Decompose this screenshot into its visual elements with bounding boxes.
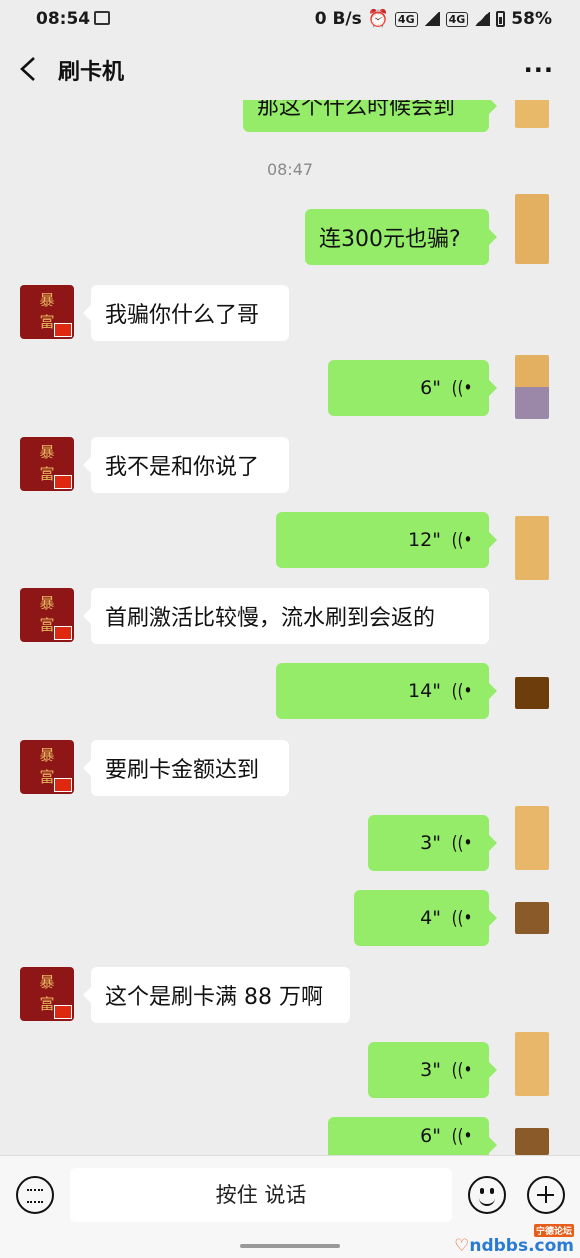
message-text: 连300元也骗? bbox=[319, 227, 461, 252]
voice-wave-icon: ((• bbox=[451, 1059, 473, 1081]
message-bubble-incoming[interactable]: 这个是刷卡满 88 万啊 bbox=[83, 967, 350, 1023]
alarm-icon: ⏰ bbox=[367, 9, 389, 29]
contact-avatar[interactable]: 暴 富 bbox=[20, 588, 74, 642]
status-time: 08:54 bbox=[36, 9, 91, 29]
voice-wave-icon: ((• bbox=[451, 832, 473, 854]
chat-title: 刷卡机 bbox=[58, 60, 125, 85]
network-type-2: 4G bbox=[445, 11, 469, 27]
voice-wave-icon: ((• bbox=[451, 680, 473, 702]
status-right: 0 B/s ⏰ 4G 4G 58% bbox=[315, 9, 552, 29]
flag-icon bbox=[54, 323, 72, 337]
message-bubble-outgoing[interactable]: 连300元也骗? bbox=[305, 209, 497, 265]
voice-message-outgoing[interactable]: 14" ((• bbox=[276, 663, 497, 719]
my-avatar[interactable] bbox=[515, 806, 549, 870]
voice-duration: 3" bbox=[420, 1059, 441, 1081]
message-text: 要刷卡金额达到 bbox=[105, 758, 260, 783]
my-avatar[interactable] bbox=[515, 1032, 549, 1096]
voice-wave-icon: ((• bbox=[451, 529, 473, 551]
my-avatar[interactable] bbox=[515, 677, 549, 709]
hold-to-talk-button[interactable]: 按住 说话 bbox=[70, 1168, 452, 1222]
message-bubble-incoming[interactable]: 要刷卡金额达到 bbox=[83, 740, 289, 796]
message-text: 我骗你什么了哥 bbox=[105, 303, 260, 328]
contact-avatar[interactable]: 暴 富 bbox=[20, 967, 74, 1021]
voice-duration: 3" bbox=[420, 832, 441, 854]
signal-icon-1 bbox=[423, 12, 440, 26]
flag-icon bbox=[54, 1005, 72, 1019]
home-indicator[interactable] bbox=[240, 1244, 340, 1248]
status-bar: 08:54 0 B/s ⏰ 4G 4G 58% bbox=[0, 0, 580, 38]
voice-message-outgoing[interactable]: 3" ((• bbox=[368, 1042, 497, 1098]
net-speed: 0 B/s bbox=[314, 9, 362, 29]
emoji-icon[interactable] bbox=[468, 1176, 506, 1214]
keyboard-toggle-icon[interactable] bbox=[16, 1176, 54, 1214]
voice-wave-icon: ((• bbox=[451, 1125, 473, 1147]
flag-icon bbox=[54, 778, 72, 792]
my-avatar[interactable] bbox=[515, 355, 549, 419]
message-bubble-outgoing[interactable]: 那这个什么时候会到 bbox=[243, 100, 497, 132]
input-bar: 按住 说话 宁德论坛 ♡ndbbs.com bbox=[0, 1155, 580, 1258]
voice-wave-icon: ((• bbox=[451, 907, 473, 929]
chat-header: 刷卡机 ··· bbox=[0, 38, 580, 100]
voice-duration: 12" bbox=[408, 529, 441, 551]
voice-wave-icon: ((• bbox=[451, 377, 473, 399]
voice-message-outgoing[interactable]: 3" ((• bbox=[368, 815, 497, 871]
contact-avatar[interactable]: 暴 富 bbox=[20, 740, 74, 794]
my-avatar[interactable] bbox=[515, 1128, 549, 1155]
message-text: 首刷激活比较慢，流水刷到会返的 bbox=[105, 606, 436, 631]
gallery-icon bbox=[94, 11, 110, 25]
battery-icon bbox=[496, 11, 506, 27]
my-avatar[interactable] bbox=[515, 902, 549, 934]
voice-message-outgoing[interactable]: 4" ((• bbox=[354, 890, 497, 946]
message-text: 那这个什么时候会到 bbox=[257, 100, 456, 120]
message-bubble-incoming[interactable]: 我不是和你说了 bbox=[83, 437, 289, 493]
more-functions-plus-icon[interactable] bbox=[527, 1176, 565, 1214]
signal-icon-2 bbox=[474, 12, 491, 26]
contact-avatar[interactable]: 暴 富 bbox=[20, 437, 74, 491]
message-bubble-incoming[interactable]: 首刷激活比较慢，流水刷到会返的 bbox=[83, 588, 489, 644]
my-avatar[interactable] bbox=[515, 194, 549, 264]
message-bubble-incoming[interactable]: 我骗你什么了哥 bbox=[83, 285, 289, 341]
voice-duration: 6" bbox=[420, 377, 441, 399]
message-text: 我不是和你说了 bbox=[105, 455, 260, 480]
flag-icon bbox=[54, 475, 72, 489]
voice-message-outgoing[interactable]: 6" ((• bbox=[328, 1117, 497, 1155]
voice-message-outgoing[interactable]: 6" ((• bbox=[328, 360, 497, 416]
message-text: 这个是刷卡满 88 万啊 bbox=[105, 985, 323, 1010]
voice-duration: 4" bbox=[420, 907, 441, 929]
contact-avatar[interactable]: 暴 富 bbox=[20, 285, 74, 339]
battery-level: 58% bbox=[511, 9, 552, 29]
voice-message-outgoing[interactable]: 12" ((• bbox=[276, 512, 497, 568]
voice-duration: 6" bbox=[420, 1125, 441, 1147]
flag-icon bbox=[54, 626, 72, 640]
chat-timestamp: 08:47 bbox=[266, 160, 314, 179]
site-watermark: 宁德论坛 ♡ndbbs.com bbox=[454, 1224, 574, 1256]
voice-duration: 14" bbox=[408, 680, 441, 702]
my-avatar[interactable] bbox=[515, 516, 549, 580]
more-options-icon[interactable]: ··· bbox=[524, 56, 554, 84]
network-type-1: 4G bbox=[394, 11, 418, 27]
my-avatar[interactable] bbox=[515, 100, 549, 128]
back-arrow-icon[interactable] bbox=[18, 56, 40, 82]
